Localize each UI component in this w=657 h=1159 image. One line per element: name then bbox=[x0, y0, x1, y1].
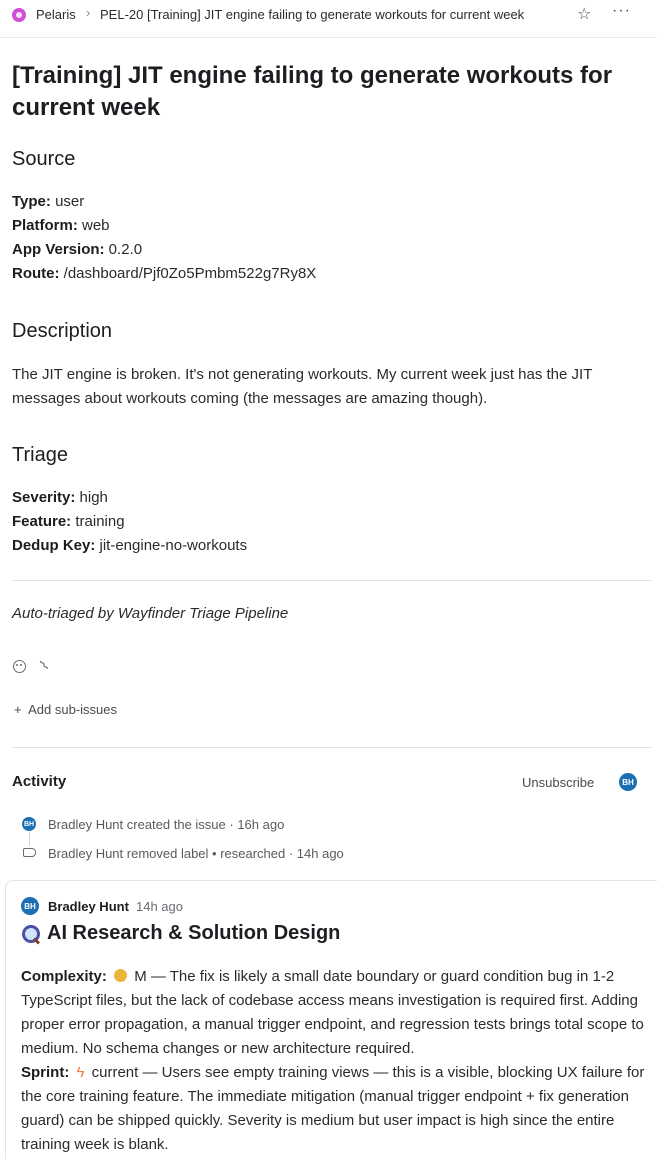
add-sub-issues-button[interactable]: + Add sub-issues bbox=[14, 702, 117, 717]
comment-body: Complexity: M — The fix is likely a smal… bbox=[21, 965, 646, 1157]
triage-severity: Severity: high bbox=[12, 489, 108, 506]
auto-triage-note: Auto-triaged by Wayfinder Triage Pipelin… bbox=[12, 605, 289, 622]
activity-title: Activity bbox=[12, 773, 67, 790]
issue-title[interactable]: [Training] JIT engine failing to generat… bbox=[12, 60, 622, 124]
comment-heading: AI Research & Solution Design bbox=[21, 922, 340, 945]
comment-time[interactable]: 14h ago bbox=[136, 899, 183, 914]
description-text: The JIT engine is broken. It's not gener… bbox=[12, 366, 593, 407]
moon-icon bbox=[114, 969, 128, 982]
star-icon[interactable]: ☆ bbox=[577, 4, 591, 24]
magnifying-glass-icon bbox=[21, 924, 41, 944]
plus-icon: + bbox=[14, 702, 22, 717]
chevron-right-icon: › bbox=[86, 5, 91, 20]
more-icon[interactable]: ··· bbox=[612, 2, 631, 20]
description-divider bbox=[12, 580, 652, 581]
source-type: Type: user bbox=[12, 193, 85, 210]
breadcrumb-team[interactable]: Pelaris bbox=[36, 7, 76, 22]
unsubscribe-button[interactable]: Unsubscribe bbox=[522, 775, 594, 790]
timeline-connector bbox=[29, 832, 30, 846]
lightning-icon: ϟ bbox=[76, 1064, 85, 1081]
sprint-text: current — Users see empty training views… bbox=[21, 1064, 645, 1153]
team-icon[interactable] bbox=[12, 8, 26, 22]
top-bar-divider bbox=[0, 37, 657, 38]
triage-heading: Triage bbox=[12, 444, 68, 466]
complexity-label: Complexity: bbox=[21, 968, 107, 985]
subscriber-avatar[interactable]: BH bbox=[619, 773, 637, 791]
emoji-icon[interactable] bbox=[13, 660, 26, 673]
avatar: BH bbox=[22, 817, 36, 831]
source-route: Route: /dashboard/Pjf0Zo5Pmbm522g7Ry8X bbox=[12, 265, 317, 282]
comment-avatar[interactable]: BH bbox=[21, 897, 39, 915]
description-heading: Description bbox=[12, 320, 113, 342]
top-bar: Pelaris › PEL-20 [Training] JIT engine f… bbox=[0, 0, 657, 30]
complexity-text: M — The fix is likely a small date bound… bbox=[21, 968, 644, 1057]
sprint-label: Sprint: bbox=[21, 1064, 70, 1081]
source-platform: Platform: web bbox=[12, 217, 110, 234]
activity-divider bbox=[12, 747, 652, 748]
comment-author[interactable]: Bradley Hunt bbox=[48, 899, 129, 914]
breadcrumb-issue: PEL-20 [Training] JIT engine failing to … bbox=[100, 7, 525, 22]
source-app-version: App Version: 0.2.0 bbox=[12, 241, 143, 258]
triage-dedup-key: Dedup Key: jit-engine-no-workouts bbox=[12, 537, 248, 554]
triage-feature: Feature: training bbox=[12, 513, 125, 530]
activity-event-created: Bradley Hunt created the issue · 16h ago bbox=[48, 817, 285, 832]
label-icon bbox=[23, 848, 36, 857]
source-heading: Source bbox=[12, 148, 76, 170]
activity-event-label-removed: Bradley Hunt removed label • researched … bbox=[48, 846, 344, 861]
paperclip-icon[interactable]: ⌇ bbox=[36, 657, 52, 674]
